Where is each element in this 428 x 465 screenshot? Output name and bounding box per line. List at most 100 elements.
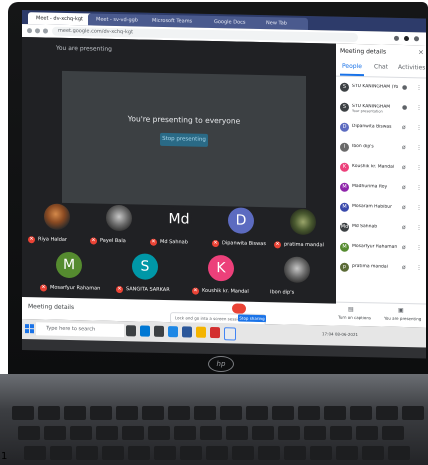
people-row[interactable]: I Ibon dip's ø ⋮ [336, 140, 426, 160]
mic-muted-icon: ✕ [274, 241, 281, 249]
participant-name: Dipanwita Biswas [222, 240, 266, 248]
participant-tile: Md ✕ Md Sahnab [148, 202, 208, 251]
participant-tile: K ✕ Koushik kr. Mandal [190, 251, 250, 300]
key [200, 426, 222, 440]
taskbar-search[interactable]: Type here to search [36, 322, 124, 338]
person-avatar: M [340, 242, 349, 252]
key [154, 446, 176, 460]
participant-name: SANGITA SARKAR [126, 286, 170, 294]
mic-muted-icon: ø [402, 203, 406, 212]
captions-label[interactable]: Turn on captions [338, 315, 371, 321]
key [388, 446, 410, 460]
people-row[interactable]: D Dipanwita Biswas ø ⋮ [336, 120, 426, 140]
more-icon[interactable]: ⋮ [416, 244, 422, 251]
powerpoint-icon[interactable] [210, 326, 220, 339]
present-icon[interactable]: ▣ [398, 307, 404, 314]
store-icon[interactable] [154, 325, 164, 337]
key [350, 406, 372, 420]
key [168, 406, 190, 420]
tab-chat[interactable]: Chat [374, 63, 388, 70]
presenting-message: You're presenting to everyone [127, 114, 241, 126]
person-name: Mosarfyur Rahaman [352, 243, 398, 250]
clock-date: 08-06-2021 [334, 331, 359, 338]
participant-avatar: D [228, 207, 254, 234]
chrome-icon[interactable] [224, 327, 236, 341]
stop-sharing-button[interactable]: Stop sharing [238, 314, 266, 323]
meet-stage: You are presenting You're presenting to … [22, 37, 336, 304]
presenting-footer-label[interactable]: You are presenting [384, 316, 421, 322]
key [310, 446, 332, 460]
stop-presenting-button[interactable]: Stop presenting [160, 132, 208, 147]
more-icon[interactable]: ⋮ [416, 144, 422, 151]
key [12, 406, 34, 420]
people-row[interactable]: Md Md Sahnab ø ⋮ [336, 220, 426, 240]
close-icon[interactable]: × [418, 48, 424, 56]
key [50, 446, 72, 460]
people-row[interactable]: M Madhurima Roy ø ⋮ [336, 180, 426, 200]
key [70, 426, 92, 440]
more-icon[interactable]: ⋮ [416, 164, 422, 171]
people-row[interactable]: M Mosarfyur Rahaman ø ⋮ [336, 240, 426, 260]
more-icon[interactable]: ⋮ [416, 184, 422, 191]
more-icon[interactable]: ⋮ [416, 124, 422, 131]
tab-activities[interactable]: Activities [398, 64, 425, 72]
mic-muted-icon: ø [402, 183, 406, 192]
meeting-details-button[interactable]: Meeting details [28, 303, 74, 311]
edge-icon[interactable] [140, 325, 150, 337]
profile-icon[interactable] [394, 35, 399, 41]
key [272, 406, 294, 420]
people-row[interactable]: S STU KANINGHAM Your presentation ● ⋮ [336, 100, 426, 120]
participant-photo [290, 208, 316, 236]
key [258, 446, 280, 460]
mail-icon[interactable] [168, 326, 178, 338]
more-icon[interactable]: ⋮ [416, 104, 422, 111]
participant-tile: D ✕ Dipanwita Biswas [210, 203, 270, 252]
people-row[interactable]: M Mosaram Habibur ø ⋮ [336, 200, 426, 220]
more-icon[interactable]: ⋮ [416, 204, 422, 211]
reload-icon[interactable] [43, 28, 48, 34]
key [402, 406, 424, 420]
person-avatar: p [340, 262, 349, 272]
participant-tile: Ibon dip's [266, 252, 326, 301]
key [38, 406, 60, 420]
person-name: STU KANINGHAM (You) [352, 83, 398, 90]
browser-tab[interactable]: New Tab [258, 16, 308, 30]
corner-label: 1 [1, 451, 8, 462]
panel-title: Meeting details [340, 47, 387, 56]
mic-muted-icon: ø [402, 143, 406, 152]
captions-icon[interactable]: ▤ [348, 306, 354, 313]
person-avatar: S [340, 82, 349, 92]
more-icon[interactable]: ⋮ [416, 84, 422, 91]
tab-people[interactable]: People [342, 63, 362, 70]
person-name: Mosaram Habibur [352, 203, 392, 210]
task-view-icon[interactable] [126, 325, 136, 337]
people-row[interactable]: p pratima mandal ø ⋮ [336, 260, 426, 280]
participant-avatar: K [208, 254, 234, 282]
key [246, 406, 268, 420]
more-icon[interactable]: ⋮ [416, 264, 422, 271]
file-explorer-icon[interactable] [196, 326, 206, 338]
participant-photo [106, 204, 132, 232]
key [142, 406, 164, 420]
key [298, 406, 320, 420]
back-icon[interactable] [27, 28, 32, 34]
person-avatar: M [340, 202, 349, 212]
more-icon[interactable]: ⋮ [416, 224, 422, 231]
presenting-label: You are presenting [56, 44, 112, 53]
word-icon[interactable] [182, 326, 192, 338]
people-row[interactable]: K Koushik kr. Mandal ø ⋮ [336, 160, 426, 180]
end-call-button[interactable] [232, 303, 246, 314]
presentation-placeholder: You're presenting to everyone Stop prese… [62, 70, 306, 208]
key [252, 426, 274, 440]
hp-logo: hp [208, 356, 234, 372]
participant-tile: ✕ Payel Bala [88, 200, 148, 249]
people-row[interactable]: S STU KANINGHAM (You) ● ⋮ [336, 80, 426, 100]
mic-muted-icon: ✕ [150, 238, 157, 246]
extension-icon[interactable] [404, 36, 409, 42]
windows-start-icon[interactable] [25, 324, 34, 334]
key [44, 426, 66, 440]
active-tab-indicator [340, 73, 364, 77]
forward-icon[interactable] [35, 28, 40, 34]
menu-icon[interactable] [414, 36, 419, 42]
system-tray-clock[interactable]: 17:04 08-06-2021 [322, 331, 358, 337]
